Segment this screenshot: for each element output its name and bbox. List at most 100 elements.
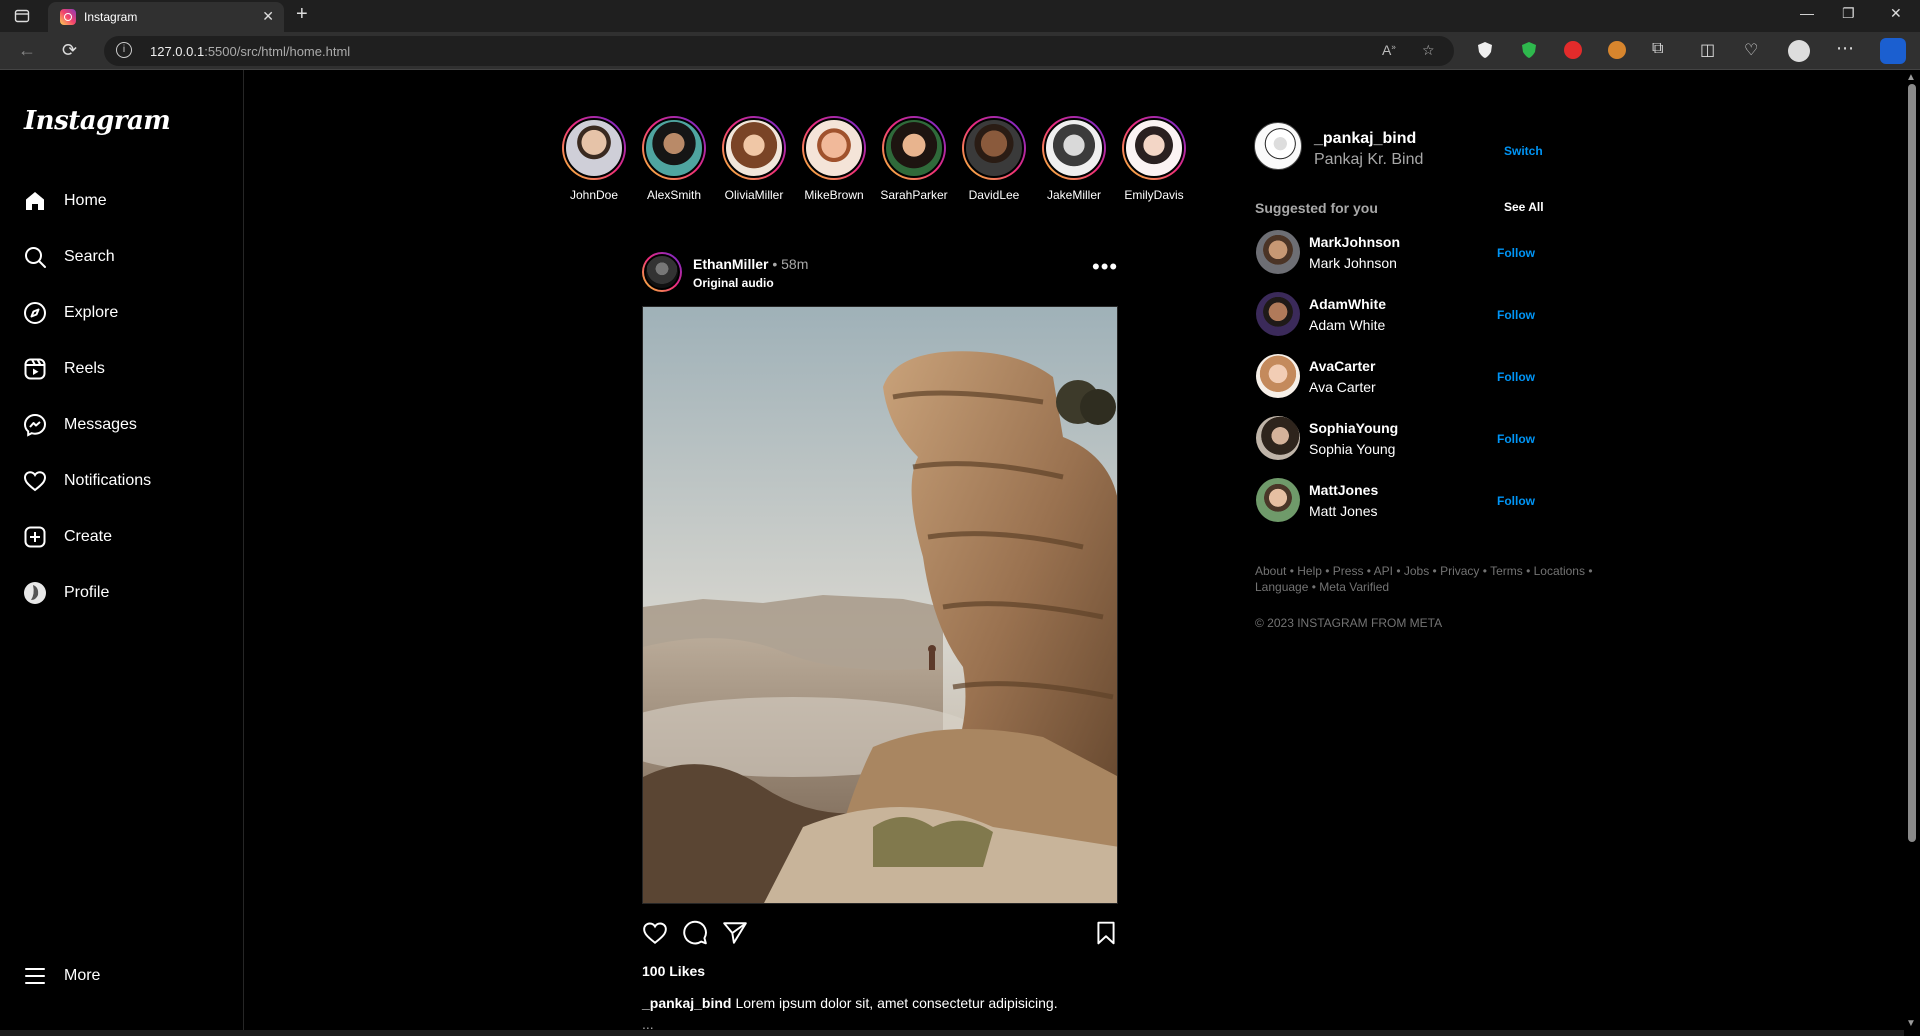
nav-label: Reels [64,360,105,377]
restore-icon[interactable]: ❐ [1842,5,1855,22]
nav-notifications[interactable]: Notifications [22,465,151,497]
tab-close-icon[interactable]: ✕ [262,8,274,25]
split-screen-icon[interactable]: ◫ [1700,40,1715,60]
story-item[interactable]: AlexSmith [634,116,714,202]
story-avatar [644,118,704,178]
story-username: DavidLee [968,188,1020,202]
suggestion-username[interactable]: MattJones [1309,482,1378,498]
scrollbar-thumb[interactable] [1908,84,1916,842]
story-item[interactable]: JakeMiller [1034,116,1114,202]
suggestion-username[interactable]: AdamWhite [1309,296,1386,312]
brave-shield-icon[interactable] [1476,41,1494,59]
suggestion-avatar[interactable] [1256,478,1300,522]
read-aloud-icon[interactable]: A» [1382,42,1396,58]
like-icon[interactable] [642,920,668,946]
post-caption: _pankaj_bind Lorem ipsum dolor sit, amet … [642,995,1058,1011]
follow-button[interactable]: Follow [1497,494,1535,508]
settings-more-icon[interactable]: ⋯ [1836,38,1854,59]
bookmark-icon[interactable] [1093,920,1119,946]
nav-reels[interactable]: Reels [22,353,105,385]
nav-messages[interactable]: Messages [22,409,137,441]
red-extension-icon[interactable] [1564,41,1582,59]
cookie-extension-icon[interactable] [1608,41,1626,59]
extensions-puzzle-icon[interactable]: ⧉ [1652,40,1663,58]
story-username: EmilyDavis [1124,188,1184,202]
green-shield-extension-icon[interactable] [1520,41,1538,59]
profile-avatar-icon[interactable] [1788,40,1810,62]
story-item[interactable]: DavidLee [954,116,1034,202]
nav-more[interactable]: More [22,960,100,992]
browser-tab-bar: Instagram ✕ + — ❐ ✕ [0,0,1920,32]
see-all-button[interactable]: See All [1504,200,1544,214]
suggestion-avatar[interactable] [1256,230,1300,274]
compass-icon [22,300,48,326]
messenger-icon [22,412,48,438]
nav-create[interactable]: Create [22,521,112,553]
nav-label: Messages [64,416,137,433]
instagram-logo[interactable]: Instagram [24,106,171,136]
new-tab-icon[interactable]: + [296,3,308,26]
likes-count[interactable]: 100 Likes [642,963,705,979]
follow-button[interactable]: Follow [1497,432,1535,446]
sidebar: Instagram Home Search Explore Reels Mess… [0,70,244,1036]
nav-search[interactable]: Search [22,241,115,273]
follow-button[interactable]: Follow [1497,370,1535,384]
heart-icon [22,468,48,494]
close-window-icon[interactable]: ✕ [1890,5,1902,22]
caption-username[interactable]: _pankaj_bind [642,995,731,1011]
story-item[interactable]: MikeBrown [794,116,874,202]
story-item[interactable]: EmilyDavis [1114,116,1194,202]
browser-toolbar: ← ⟳ i 127.0.0.1:5500/src/html/home.html … [0,32,1920,70]
post-options-icon[interactable]: ••• [1092,256,1118,278]
nav-home[interactable]: Home [22,185,107,217]
horizontal-scrollbar[interactable] [0,1030,1904,1036]
caption-text: Lorem ipsum dolor sit, amet consectetur … [735,995,1058,1011]
back-icon[interactable]: ← [18,40,36,61]
reload-icon[interactable]: ⟳ [62,40,77,61]
scroll-up-icon[interactable]: ▲ [1906,72,1916,83]
suggestion-avatar[interactable] [1256,292,1300,336]
switch-account-button[interactable]: Switch [1504,144,1543,158]
address-bar[interactable]: i 127.0.0.1:5500/src/html/home.html A» ☆ [104,36,1454,66]
nav-label: Notifications [64,472,152,489]
post-audio[interactable]: Original audio [693,276,774,290]
url-text: 127.0.0.1:5500/src/html/home.html [150,44,351,59]
suggestion-avatar[interactable] [1256,354,1300,398]
site-info-icon[interactable]: i [116,42,132,58]
suggestion-item: AdamWhite Adam White Follow [1256,290,1556,338]
copilot-icon[interactable] [1880,38,1906,64]
comment-icon[interactable] [682,920,708,946]
follow-button[interactable]: Follow [1497,308,1535,322]
scroll-down-icon[interactable]: ▼ [1906,1018,1916,1029]
story-item[interactable]: JohnDoe [554,116,634,202]
nav-explore[interactable]: Explore [22,297,118,329]
nav-profile[interactable]: Profile [22,577,109,609]
current-user-username[interactable]: _pankaj_bind [1314,130,1416,148]
tab-actions-icon[interactable] [14,8,30,24]
nav-label: Profile [64,584,110,601]
share-icon[interactable] [722,920,748,946]
copyright: © 2023 INSTAGRAM FROM META [1255,616,1443,630]
suggestion-avatar[interactable] [1256,416,1300,460]
suggestion-name: Ava Carter [1309,379,1376,395]
current-user-avatar[interactable] [1254,122,1302,170]
browser-essentials-icon[interactable]: ♡ [1744,40,1758,60]
post-image[interactable] [642,306,1118,904]
story-avatar [564,118,624,178]
suggestion-username[interactable]: AvaCarter [1309,358,1375,374]
minimize-icon[interactable]: — [1800,5,1814,21]
suggestion-name: Sophia Young [1309,441,1396,457]
footer-links[interactable]: About • Help • Press • API • Jobs • Priv… [1255,563,1615,595]
story-item[interactable]: OliviaMiller [714,116,794,202]
follow-button[interactable]: Follow [1497,246,1535,260]
plus-square-icon [22,524,48,550]
suggestion-username[interactable]: MarkJohnson [1309,234,1400,250]
suggestion-name: Matt Jones [1309,503,1378,519]
story-item[interactable]: SarahParker [874,116,954,202]
suggestion-item: MarkJohnson Mark Johnson Follow [1256,228,1556,276]
suggestion-username[interactable]: SophiaYoung [1309,420,1398,436]
browser-tab[interactable]: Instagram ✕ [48,2,284,32]
post-username[interactable]: EthanMiller [693,256,768,272]
post-author-avatar[interactable] [642,252,682,292]
favorite-star-icon[interactable]: ☆ [1422,42,1435,59]
